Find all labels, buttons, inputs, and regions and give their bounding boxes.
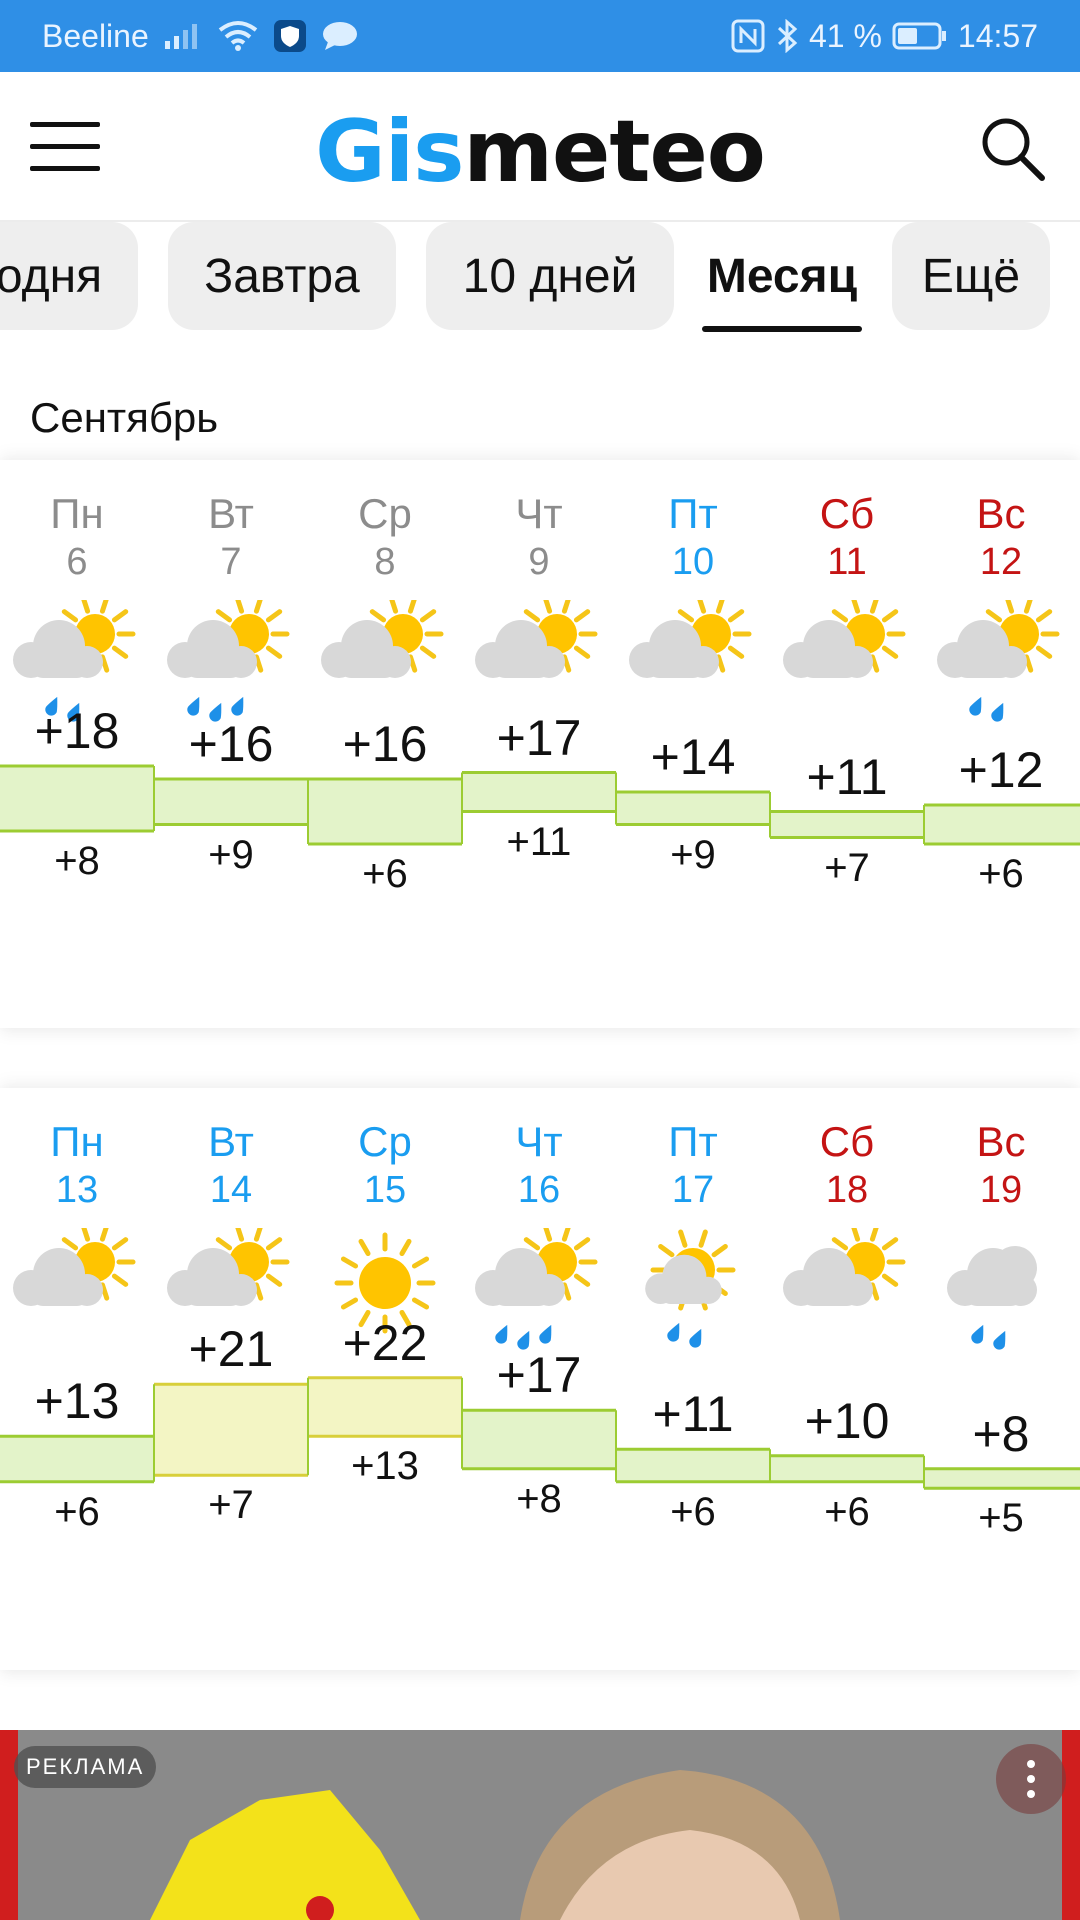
temp-range-bar [924, 1468, 1080, 1489]
gismeteo-logo[interactable]: Gismeteo [0, 102, 1080, 202]
temp-min: +6 [670, 1489, 716, 1534]
temp-min: +9 [208, 832, 254, 877]
temp-min: +8 [54, 839, 100, 883]
temp-max: +21 [188, 1321, 274, 1378]
temp-max: +16 [188, 716, 274, 772]
tab-tomorrow[interactable]: Завтра [168, 222, 396, 330]
ad-label: РЕКЛАМА [14, 1746, 157, 1788]
temp-min: +6 [54, 1489, 100, 1534]
wifi-icon [217, 20, 259, 52]
temp-min: +11 [506, 819, 572, 864]
tab-10-days[interactable]: 10 дней [426, 222, 674, 330]
temp-min: +9 [670, 832, 716, 877]
carrier-name: Beeline [42, 17, 149, 54]
battery-icon [892, 21, 948, 51]
shield-icon [273, 19, 307, 53]
search-button[interactable] [978, 114, 1048, 184]
temp-range-bar [154, 779, 308, 825]
temp-min: +13 [351, 1444, 419, 1489]
month-title: Сентябрь [30, 394, 219, 441]
temp-max: +16 [342, 716, 428, 772]
app-screen: Beeline 41 % 14:57 Gismeteo одня Завтра … [0, 0, 1080, 1920]
period-tabs: одня Завтра 10 дней Месяц Ещё [0, 222, 1080, 340]
ad-image [150, 1770, 840, 1920]
temp-max: +13 [34, 1373, 120, 1430]
temp-max: +17 [496, 709, 582, 766]
temp-range-bar [0, 1436, 154, 1482]
temp-range-bar [308, 779, 462, 844]
temp-max: +11 [806, 748, 888, 805]
week-row: Пн 13 Вт 14 Ср 15 Чт 16 Пт 17 Сб 18 Вс 19 +13 +6 +21 +7 +2… [0, 1088, 1080, 1670]
ad-options-button[interactable] [996, 1744, 1066, 1814]
temp-range-bar [462, 772, 616, 812]
temp-range-bar [462, 1410, 616, 1469]
status-bar: Beeline 41 % 14:57 [0, 0, 1080, 72]
temp-range-bar [924, 805, 1080, 844]
temp-range-bar [770, 811, 924, 838]
temp-range-bar [154, 1384, 308, 1476]
temp-min: +6 [978, 852, 1024, 896]
tab-more[interactable]: Ещё [892, 222, 1050, 330]
temp-min: +7 [208, 1483, 254, 1528]
temp-range-bar [308, 1377, 462, 1437]
nfc-icon [731, 19, 765, 53]
temp-range-bar [0, 766, 154, 831]
temp-min: +7 [824, 845, 870, 890]
app-header: Gismeteo [0, 72, 1080, 222]
battery-percent: 41 % [808, 17, 882, 54]
bluetooth-icon [775, 19, 799, 53]
temp-min: +5 [978, 1496, 1024, 1541]
tab-month[interactable]: Месяц [702, 222, 862, 332]
temp-max: +8 [972, 1405, 1030, 1462]
signal-icon [163, 21, 203, 51]
week-row: Пн 6 Вт 7 Ср 8 Чт 9 Пт 10 Сб 11 Вс 12 +18 +8 +16 +9 +16 +6 +… [0, 460, 1080, 1028]
temp-max: +22 [342, 1314, 428, 1371]
temp-min: +6 [824, 1489, 870, 1534]
temp-range-bar [770, 1455, 924, 1482]
temp-max: +11 [652, 1386, 734, 1443]
temp-max: +18 [34, 703, 120, 759]
temp-min: +8 [516, 1476, 562, 1521]
temp-range-bar [616, 1449, 770, 1482]
search-icon [982, 118, 1045, 181]
advertisement-banner[interactable]: РЕКЛАМА [0, 1730, 1080, 1920]
tab-today[interactable]: одня [0, 222, 138, 330]
temp-min: +6 [362, 852, 408, 896]
message-icon [321, 20, 359, 52]
clock: 14:57 [957, 17, 1038, 54]
temp-max: +12 [958, 742, 1044, 798]
temp-range-bar [616, 792, 770, 825]
temp-max: +10 [804, 1392, 890, 1449]
temp-max: +17 [496, 1347, 582, 1404]
temp-max: +14 [650, 729, 736, 785]
